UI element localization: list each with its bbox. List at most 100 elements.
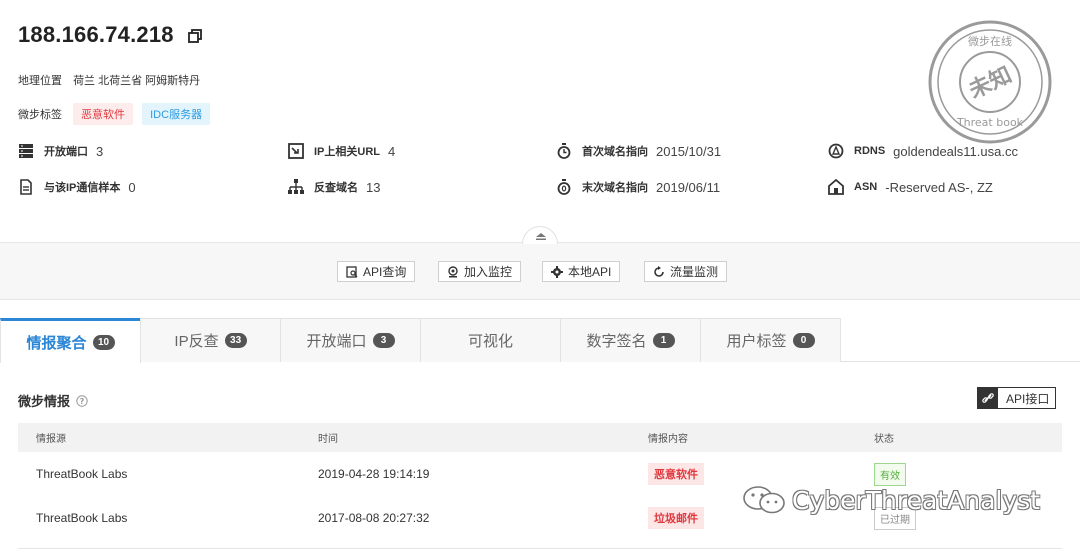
info-related-url[interactable]: IP上相关URL 4 [288,143,395,159]
rdns-label: RDNS [854,145,886,157]
rdns-icon [828,143,844,159]
row-content-tag: 垃圾邮件 [648,507,704,529]
api-query-label: API查询 [363,265,407,279]
tab-count-badge: 0 [792,333,815,348]
api-query-button[interactable]: API查询 [337,261,416,282]
stopwatch-zero-icon [557,179,571,195]
tab-visualization[interactable]: 可视化 [420,318,561,362]
hierarchy-icon [288,179,304,194]
info-open-ports[interactable]: 开放端口 3 [18,143,103,159]
column-header-time: 时间 [318,434,338,445]
tab-label: 情报聚合 [26,334,87,352]
tab-count-badge: 10 [92,334,115,350]
home-icon [828,179,844,195]
svg-text:?: ? [80,397,85,406]
copy-icon[interactable] [188,29,202,43]
tags-row: 微步标签 恶意软件 IDC服务器 [18,103,216,125]
status-badge: 有效 [874,462,906,486]
row-time: 2019-04-28 19:14:19 [318,467,430,481]
document-icon [20,179,32,195]
tag-malware[interactable]: 恶意软件 [73,103,134,125]
stamp-center-text: 未知 [965,62,1016,104]
local-api-button[interactable]: 本地API [542,261,621,282]
eject-up-icon [536,233,546,240]
ip-summary-panel: 188.166.74.218 地理位置 荷兰 北荷兰省 阿姆斯特丹 微步标签 恶… [0,0,1080,242]
collapse-toggle[interactable] [522,226,558,244]
related-url-label: IP上相关URL [314,146,380,158]
open-ports-value: 3 [96,143,104,159]
column-header-status: 状态 [874,434,894,445]
tab-open-ports[interactable]: 开放端口 3 [280,318,421,362]
section-title-text: 微步情报 [18,394,71,409]
first-resolve-value: 2015/10/31 [656,143,722,159]
tab-label: IP反查 [174,333,219,350]
intel-table-header: 情报源 时间 情报内容 状态 [18,423,1062,452]
row-time: 2017-08-08 20:27:32 [318,511,430,525]
location-row: 地理位置 荷兰 北荷兰省 阿姆斯特丹 [18,72,200,88]
tab-label: 可视化 [467,333,513,350]
tab-label: 开放端口 [306,333,367,350]
related-url-value: 4 [388,143,396,159]
tab-count-badge: 1 [652,333,675,348]
location-value: 荷兰 北荷兰省 阿姆斯特丹 [73,75,201,87]
column-header-source: 情报源 [36,434,66,445]
info-reverse-domains[interactable]: 反查域名 13 [288,179,380,195]
first-resolve-label: 首次域名指向 [582,146,648,158]
samples-label: 与该IP通信样本 [44,182,121,194]
reverse-domains-label: 反查域名 [314,182,358,194]
table-divider [18,548,1062,549]
tab-label: 数字签名 [586,333,647,350]
asn-label: ASN [854,181,878,193]
api-interface-button[interactable]: API接口 [977,387,1057,409]
row-content-cell: 恶意软件 [648,452,704,496]
result-tabs: 情报聚合 10 IP反查 33 开放端口 3 可视化 数字签名 1 用户标签 0 [0,318,1080,363]
reverse-domains-value: 13 [366,179,381,195]
row-source: ThreatBook Labs [36,467,128,481]
row-source: ThreatBook Labs [36,511,128,525]
tab-count-badge: 3 [372,333,395,348]
traffic-monitor-button[interactable]: 流量监测 [644,261,728,282]
tab-intel-aggregation[interactable]: 情报聚合 10 [0,318,141,363]
last-resolve-label: 末次域名指向 [582,182,648,194]
stopwatch-icon [557,143,571,159]
last-resolve-value: 2019/06/11 [656,179,721,195]
api-query-icon [346,265,358,278]
stamp-bottom-text: Threat book [956,116,1024,129]
info-asn: ASN -Reserved AS-, ZZ [828,179,993,195]
add-monitor-label: 加入监控 [464,265,513,279]
tab-ip-reverse[interactable]: IP反查 33 [140,318,281,362]
unknown-verdict-stamp: 微步在线 未知 Threat book [928,20,1052,144]
info-samples[interactable]: 与该IP通信样本 0 [18,179,136,195]
row-content-cell: 垃圾邮件 [648,496,704,540]
gear-icon [551,265,563,278]
monitor-icon [448,265,458,277]
add-monitor-button[interactable]: 加入监控 [438,261,522,282]
tab-digital-signature[interactable]: 数字签名 1 [560,318,701,362]
tab-user-tags[interactable]: 用户标签 0 [700,318,841,362]
help-icon[interactable]: ? [76,394,88,407]
tab-count-badge: 33 [224,333,247,348]
wechat-watermark: CyberThreatAnalyst [742,485,1040,515]
tag-idc-server[interactable]: IDC服务器 [142,103,211,125]
wechat-icon [743,486,785,514]
local-api-label: 本地API [568,265,612,279]
column-header-content: 情报内容 [648,434,688,445]
samples-value: 0 [128,179,136,195]
link-box-icon [288,143,304,159]
traffic-monitor-label: 流量监测 [670,265,719,279]
row-content-tag: 恶意软件 [648,463,704,485]
location-label: 地理位置 [18,75,62,87]
tab-label: 用户标签 [726,333,787,350]
watermark-text: CyberThreatAnalyst [792,485,1040,515]
stamp-top-text: 微步在线 [968,34,1012,48]
ip-address-title: 188.166.74.218 [18,22,174,47]
link-icon [978,388,998,408]
open-ports-label: 开放端口 [44,146,88,158]
info-first-resolve: 首次域名指向 2015/10/31 [556,143,721,159]
server-icon [19,144,33,158]
section-title: 微步情报 ? [18,391,88,410]
action-toolbar [0,242,1080,300]
api-interface-label: API接口 [1006,391,1050,406]
refresh-icon [654,265,664,277]
info-last-resolve: 末次域名指向 2019/06/11 [556,179,720,195]
